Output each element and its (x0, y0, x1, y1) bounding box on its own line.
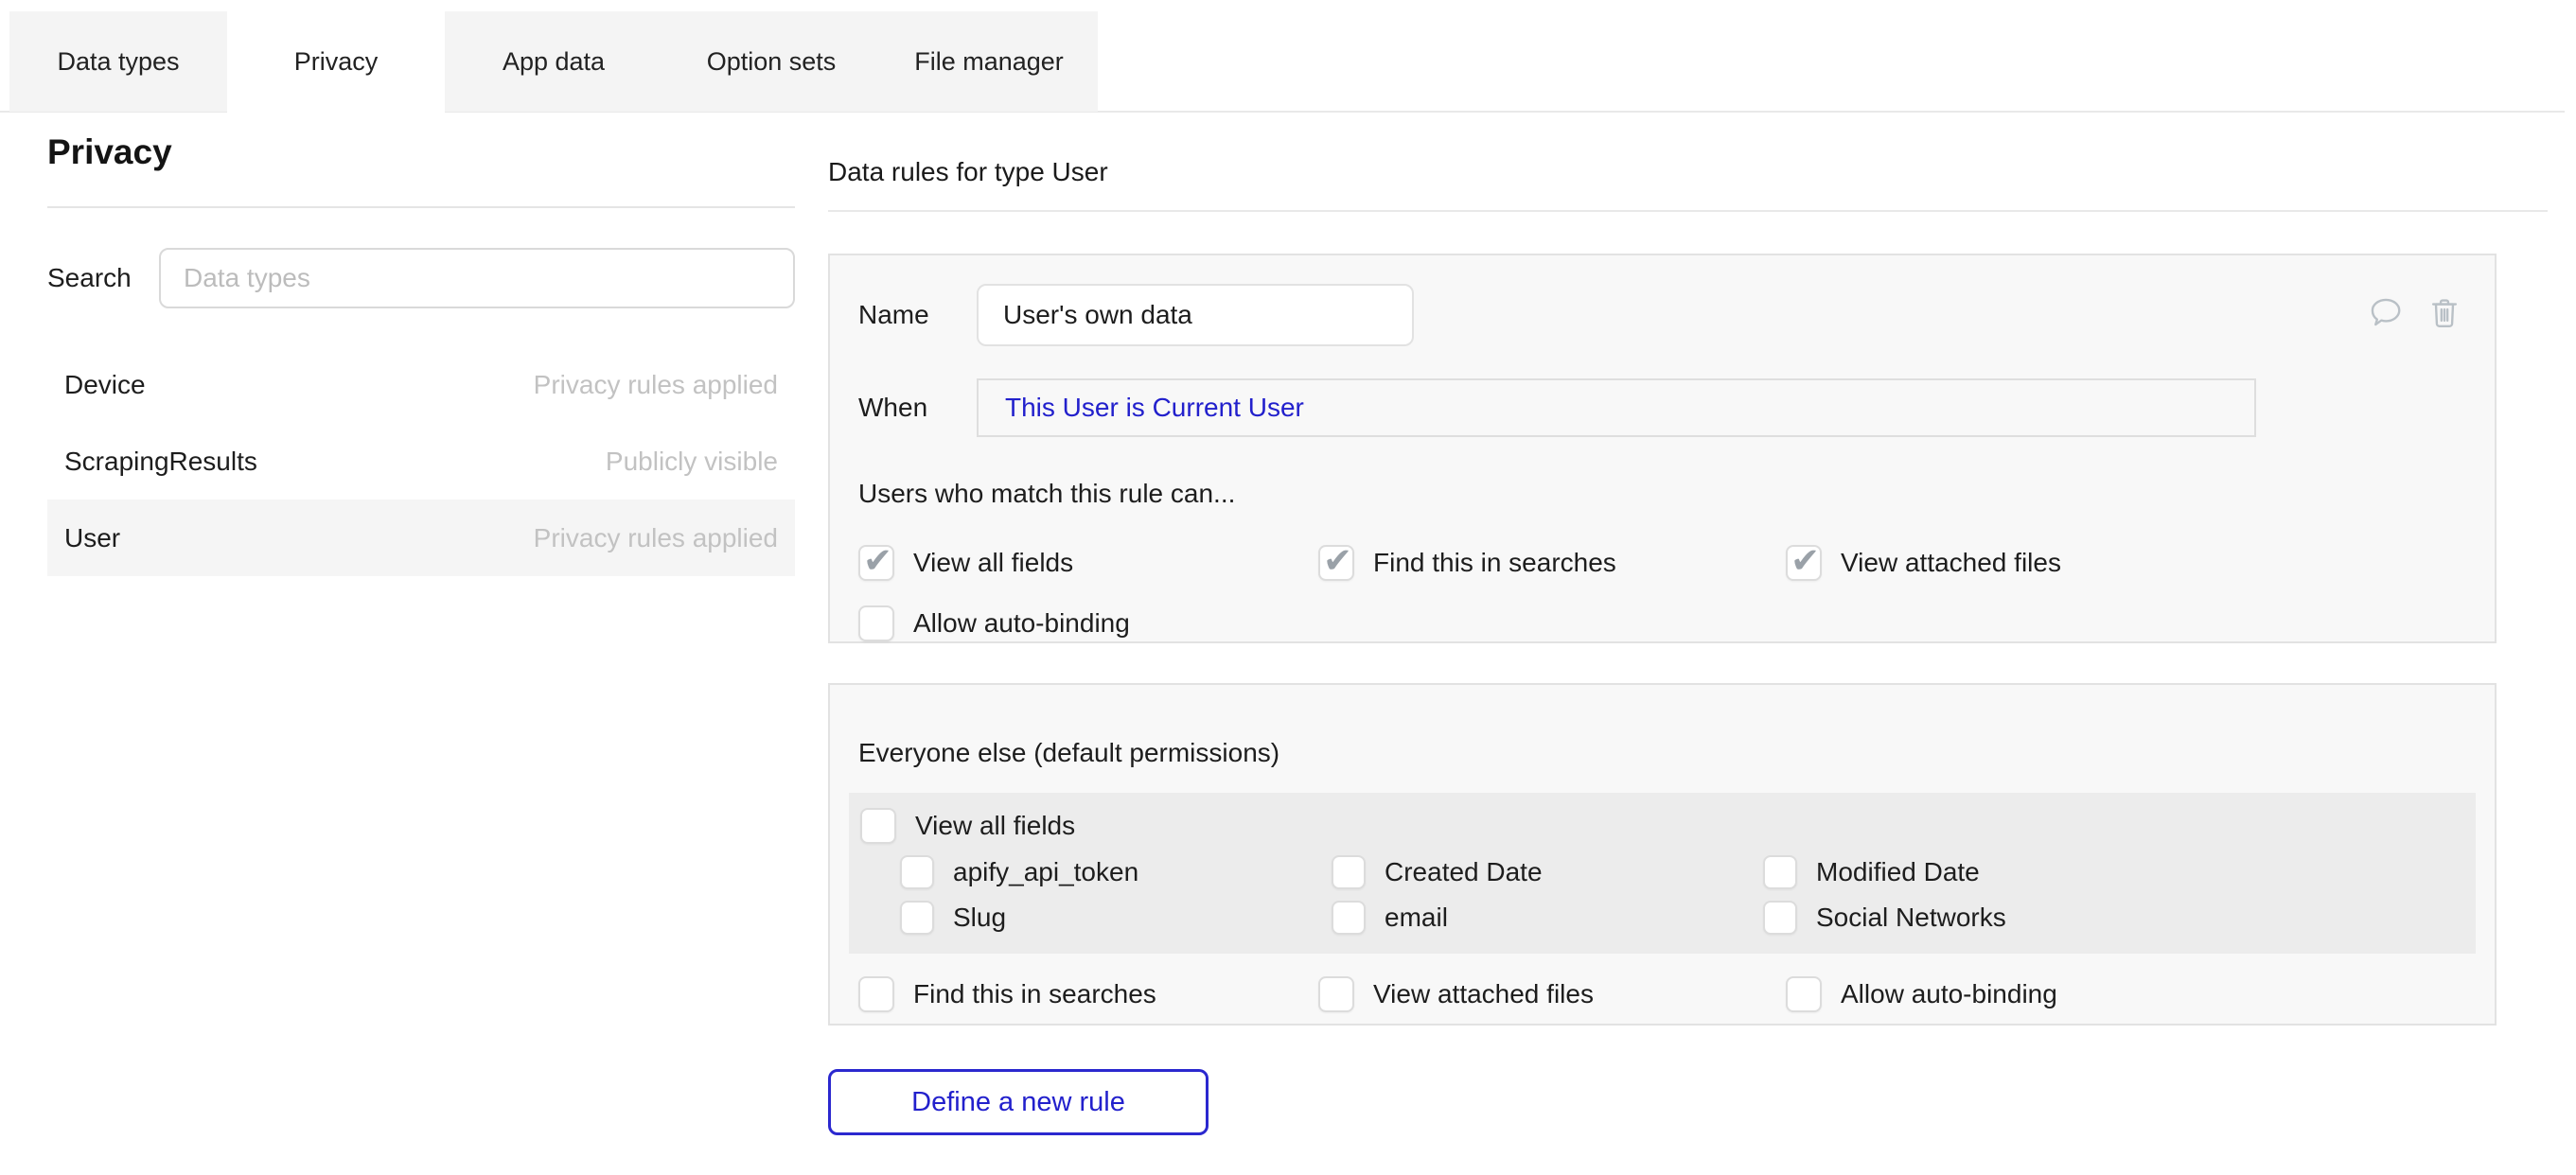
permission-label: Find this in searches (1373, 548, 1616, 578)
tab-privacy[interactable]: Privacy (227, 11, 445, 112)
permission-label: View all fields (915, 811, 1075, 841)
default-card-title: Everyone else (default permissions) (830, 738, 2495, 768)
name-label: Name (858, 300, 977, 330)
tab-app-data[interactable]: App data (445, 11, 662, 112)
view-attached-files-checkbox[interactable] (1786, 545, 1822, 581)
field-apify-api-token: apify_api_token (900, 855, 1332, 889)
field-email: email (1332, 901, 1763, 935)
rule-card: Name When This User is Current User User… (828, 254, 2497, 643)
permission-label: View attached files (1841, 548, 2061, 578)
default-view-all-fields: View all fields (860, 808, 2464, 844)
perm-find-in-searches: Find this in searches (1318, 545, 1786, 581)
type-status: Privacy rules applied (534, 523, 778, 553)
field-list: apify_api_token Created Date Modified Da… (900, 855, 2464, 935)
data-rules-panel: Data rules for type User Name (828, 144, 2550, 1135)
comment-icon[interactable] (2368, 295, 2404, 331)
default-permissions-card: Everyone else (default permissions) View… (828, 683, 2497, 1026)
privacy-sidebar: Privacy Search Device Privacy rules appl… (47, 132, 795, 576)
default-view-all-fields-checkbox[interactable] (860, 808, 896, 844)
slug-checkbox[interactable] (900, 901, 934, 935)
email-checkbox[interactable] (1332, 901, 1366, 935)
field-label: email (1385, 903, 1448, 933)
search-input[interactable] (159, 248, 795, 308)
allow-auto-binding-checkbox[interactable] (858, 605, 894, 641)
type-row-device[interactable]: Device Privacy rules applied (47, 346, 795, 423)
tab-bar: Data types Privacy App data Option sets … (9, 11, 1098, 112)
when-condition-box[interactable]: This User is Current User (977, 378, 2256, 437)
field-label: Modified Date (1816, 857, 1980, 887)
type-status: Privacy rules applied (534, 370, 778, 400)
tab-data-types[interactable]: Data types (9, 11, 227, 112)
rule-card-actions (2368, 295, 2462, 331)
data-type-list: Device Privacy rules applied ScrapingRes… (47, 346, 795, 576)
search-label: Search (47, 263, 138, 293)
sidebar-divider (47, 206, 795, 208)
type-name: Device (64, 370, 146, 400)
social-networks-checkbox[interactable] (1763, 901, 1797, 935)
rule-permissions: View all fields Find this in searches Vi… (858, 545, 2466, 641)
perm-allow-auto-binding: Allow auto-binding (858, 605, 1318, 641)
rule-name-input[interactable] (977, 284, 1414, 346)
perm-view-all-fields: View all fields (858, 545, 1318, 581)
type-row-scrapingresults[interactable]: ScrapingResults Publicly visible (47, 423, 795, 500)
page-title: Privacy (47, 132, 795, 172)
find-in-searches-checkbox[interactable] (1318, 545, 1354, 581)
trash-icon[interactable] (2426, 295, 2462, 331)
default-permissions: Find this in searches View attached file… (830, 976, 2495, 1012)
fields-inset: View all fields apify_api_token Created … (849, 793, 2476, 954)
when-row: When This User is Current User (858, 378, 2466, 437)
default-view-attached-files-checkbox[interactable] (1318, 976, 1354, 1012)
define-new-rule-button[interactable]: Define a new rule (828, 1069, 1209, 1135)
field-social-networks: Social Networks (1763, 901, 2464, 935)
field-label: apify_api_token (953, 857, 1138, 887)
default-perm-find-in-searches: Find this in searches (858, 976, 1318, 1012)
permission-label: View all fields (913, 548, 1073, 578)
permission-label: Allow auto-binding (913, 608, 1130, 639)
name-row: Name (858, 284, 2466, 346)
default-perm-view-attached-files: View attached files (1318, 976, 1786, 1012)
rule-subtitle: Users who match this rule can... (858, 479, 2466, 509)
search-row: Search (47, 248, 795, 308)
type-status: Publicly visible (606, 447, 778, 477)
modified-date-checkbox[interactable] (1763, 855, 1797, 889)
when-condition-value: This User is Current User (1005, 393, 1304, 423)
default-allow-auto-binding-checkbox[interactable] (1786, 976, 1822, 1012)
perm-view-attached-files: View attached files (1786, 545, 2466, 581)
when-label: When (858, 393, 977, 423)
tab-option-sets[interactable]: Option sets (662, 11, 880, 112)
permission-label: Allow auto-binding (1841, 979, 2057, 1009)
permission-label: Find this in searches (913, 979, 1156, 1009)
section-divider (828, 210, 2548, 212)
field-label: Social Networks (1816, 903, 2006, 933)
tab-file-manager[interactable]: File manager (880, 11, 1098, 112)
section-title: Data rules for type User (828, 157, 2550, 187)
field-modified-date: Modified Date (1763, 855, 2464, 889)
apify-api-token-checkbox[interactable] (900, 855, 934, 889)
type-name: ScrapingResults (64, 447, 257, 477)
type-row-user[interactable]: User Privacy rules applied (47, 500, 795, 576)
field-created-date: Created Date (1332, 855, 1763, 889)
field-label: Slug (953, 903, 1006, 933)
field-slug: Slug (900, 901, 1332, 935)
default-perm-allow-auto-binding: Allow auto-binding (1786, 976, 2466, 1012)
created-date-checkbox[interactable] (1332, 855, 1366, 889)
permission-label: View attached files (1373, 979, 1594, 1009)
default-find-in-searches-checkbox[interactable] (858, 976, 894, 1012)
type-name: User (64, 523, 120, 553)
view-all-fields-checkbox[interactable] (858, 545, 894, 581)
field-label: Created Date (1385, 857, 1543, 887)
